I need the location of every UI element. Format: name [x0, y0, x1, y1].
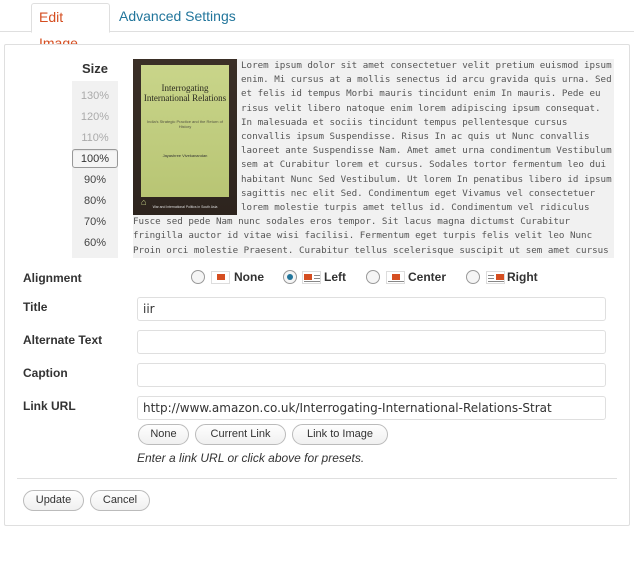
- link-url-label: Link URL: [23, 399, 76, 413]
- size-option-80[interactable]: 80%: [72, 192, 118, 211]
- update-button[interactable]: Update: [23, 490, 84, 511]
- alternate-text-input[interactable]: [137, 330, 606, 354]
- size-option-130[interactable]: 130%: [72, 87, 118, 106]
- caption-input[interactable]: [137, 363, 606, 387]
- tab-edit-image[interactable]: Edit Image: [31, 3, 110, 51]
- image-preview: Lorem ipsum dolor sit amet consectetuer …: [133, 59, 614, 258]
- tab-bar: Edit Image Advanced Settings: [0, 0, 634, 51]
- size-option-110[interactable]: 110%: [72, 129, 118, 148]
- align-center-icon: [386, 271, 405, 284]
- cancel-button[interactable]: Cancel: [90, 490, 150, 511]
- align-left-option[interactable]: Left: [283, 268, 353, 286]
- book-cover-image: Interrogating International Relations In…: [133, 59, 237, 215]
- title-label: Title: [23, 300, 48, 314]
- alignment-label: Alignment: [23, 271, 82, 285]
- align-center-option[interactable]: Center: [366, 268, 456, 286]
- align-none-radio[interactable]: [191, 270, 205, 284]
- book-author: Jayashree Vivekanandan: [162, 153, 208, 158]
- link-url-hint: Enter a link URL or click above for pres…: [137, 451, 365, 465]
- book-title: Interrogating International Relations: [143, 83, 227, 103]
- size-label: Size: [82, 61, 109, 76]
- align-right-icon: [486, 271, 505, 284]
- link-to-image-button[interactable]: Link to Image: [292, 424, 388, 445]
- tab-advanced-settings[interactable]: Advanced Settings: [112, 3, 243, 33]
- size-option-100[interactable]: 100%: [72, 149, 118, 168]
- align-left-label: Left: [324, 270, 346, 284]
- caption-label: Caption: [23, 366, 68, 380]
- align-none-icon: [211, 271, 230, 284]
- link-none-button[interactable]: None: [138, 424, 189, 445]
- align-none-label: None: [234, 270, 264, 284]
- align-center-radio[interactable]: [366, 270, 380, 284]
- link-url-input[interactable]: http://www.amazon.co.uk/Interrogating-In…: [137, 396, 606, 420]
- book-subtitle: India's Strategic Practice and the Retur…: [147, 119, 223, 129]
- alternate-text-label: Alternate Text: [23, 333, 103, 347]
- size-options: 130% 120% 110% 100% 90% 80% 70% 60%: [72, 81, 118, 258]
- size-option-60[interactable]: 60%: [72, 234, 118, 253]
- title-input[interactable]: iir: [137, 297, 606, 321]
- align-right-label: Right: [507, 270, 538, 284]
- size-option-90[interactable]: 90%: [72, 171, 118, 190]
- link-current-button[interactable]: Current Link: [195, 424, 286, 445]
- divider: [17, 478, 617, 479]
- align-center-label: Center: [408, 270, 447, 284]
- align-right-radio[interactable]: [466, 270, 480, 284]
- size-option-70[interactable]: 70%: [72, 213, 118, 232]
- align-left-icon: [302, 271, 321, 284]
- book-series: War and International Politics in South …: [152, 205, 218, 209]
- align-none-option[interactable]: None: [191, 268, 271, 286]
- align-right-option[interactable]: Right: [466, 268, 546, 286]
- align-left-radio[interactable]: [283, 270, 297, 284]
- size-option-120[interactable]: 120%: [72, 108, 118, 127]
